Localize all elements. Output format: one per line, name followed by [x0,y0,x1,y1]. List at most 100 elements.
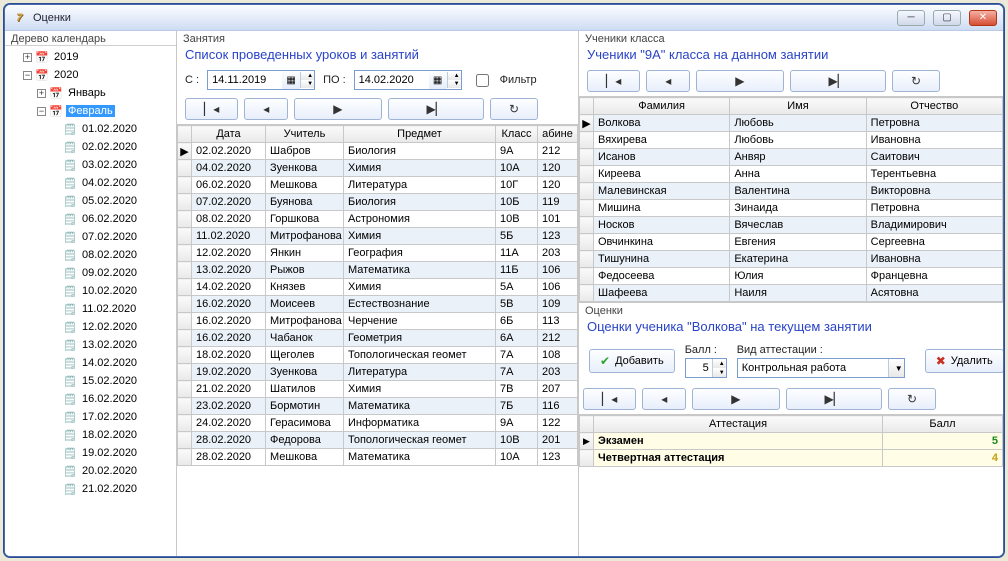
lessons-row[interactable]: 28.02.2020ФедороваТопологическая геомет1… [178,432,578,449]
date-from-field[interactable] [208,74,282,86]
tree-day[interactable]: 02.02.2020 [51,138,174,156]
attestation-combo[interactable]: ▼ [737,358,905,378]
nav-prev-button[interactable]: ◂ [244,98,288,120]
col-middlename[interactable]: Отчество [866,98,1002,115]
lessons-row[interactable]: 24.02.2020ГерасимоваИнформатика9А122 [178,415,578,432]
calendar-picker-icon[interactable]: ▦ [282,71,300,89]
spin-down-icon[interactable]: ▼ [712,368,726,377]
col-score[interactable]: Балл [883,416,1003,433]
lessons-row[interactable]: 28.02.2020МешковаМатематика10А123 [178,449,578,466]
students-row[interactable]: МишинаЗинаидаПетровна [580,200,1003,217]
tree-day[interactable]: 10.02.2020 [51,282,174,300]
lessons-row[interactable]: 06.02.2020МешковаЛитература10Г120 [178,177,578,194]
chevron-down-icon[interactable]: ▼ [888,359,904,377]
tree-day[interactable]: 01.02.2020 [51,120,174,138]
nav-first-button[interactable]: ▏◂ [583,388,636,410]
date-from-input[interactable]: ▦ ▲▼ [207,70,315,90]
students-row[interactable]: ВяхиреваЛюбовьИвановна [580,132,1003,149]
nav-last-button[interactable]: ▶▏ [786,388,882,410]
attestation-input[interactable] [738,362,888,374]
tree-day[interactable]: 12.02.2020 [51,318,174,336]
delete-grade-button[interactable]: ✖ Удалить [925,349,1004,373]
lessons-row[interactable]: 11.02.2020МитрофановаХимия5Б123 [178,228,578,245]
grades-grid[interactable]: Аттестация Балл Экзамен5Четвертная аттес… [579,414,1003,556]
lessons-row[interactable]: 21.02.2020ШатиловХимия7В207 [178,381,578,398]
nav-first-button[interactable]: ▏◂ [587,70,640,92]
calendar-tree[interactable]: + 2019 − 2020 [5,45,176,556]
close-button[interactable]: ✕ [969,10,997,26]
tree-day[interactable]: 13.02.2020 [51,336,174,354]
tree-day[interactable]: 14.02.2020 [51,354,174,372]
col-attestation[interactable]: Аттестация [594,416,883,433]
students-row[interactable]: ▶ВолковаЛюбовьПетровна [580,115,1003,132]
nav-refresh-button[interactable]: ↻ [892,70,940,92]
spin-up-icon[interactable]: ▲ [712,359,726,368]
tree-year-2020[interactable]: − 2020 [23,66,174,84]
expand-icon[interactable]: + [23,53,32,62]
nav-first-button[interactable]: ▏◂ [185,98,238,120]
lessons-row[interactable]: 16.02.2020МитрофановаЧерчение6Б113 [178,313,578,330]
nav-next-button[interactable]: ▶ [696,70,783,92]
col-teacher[interactable]: Учитель [266,126,344,143]
collapse-icon[interactable]: − [23,71,32,80]
score-spinner[interactable]: ▲▼ [685,358,727,378]
filter-checkbox[interactable] [476,74,489,87]
date-to-field[interactable] [355,74,429,86]
col-class[interactable]: Класс [496,126,538,143]
col-room[interactable]: абине [538,126,578,143]
lessons-row[interactable]: 14.02.2020КнязевХимия5А106 [178,279,578,296]
lessons-row[interactable]: ▶02.02.2020ШабровБиология9А212 [178,143,578,160]
tree-day[interactable]: 19.02.2020 [51,444,174,462]
tree-year-2019[interactable]: + 2019 [23,48,174,66]
lessons-row[interactable]: 04.02.2020ЗуенковаХимия10А120 [178,160,578,177]
nav-next-button[interactable]: ▶ [692,388,779,410]
tree-month-feb[interactable]: − Февраль [37,102,174,120]
grades-row[interactable]: Экзамен5 [580,433,1003,450]
students-row[interactable]: МалевинскаяВалентинаВикторовна [580,183,1003,200]
lessons-row[interactable]: 08.02.2020ГоршковаАстрономия10В101 [178,211,578,228]
tree-day[interactable]: 05.02.2020 [51,192,174,210]
tree-day[interactable]: 15.02.2020 [51,372,174,390]
col-lastname[interactable]: Фамилия [594,98,730,115]
calendar-picker-icon[interactable]: ▦ [429,71,447,89]
spin-down-icon[interactable]: ▼ [300,80,314,88]
col-firstname[interactable]: Имя [730,98,866,115]
nav-prev-button[interactable]: ◂ [642,388,686,410]
tree-day[interactable]: 17.02.2020 [51,408,174,426]
lessons-row[interactable]: 07.02.2020БуяноваБиология10Б119 [178,194,578,211]
date-to-input[interactable]: ▦ ▲▼ [354,70,462,90]
tree-day[interactable]: 07.02.2020 [51,228,174,246]
tree-day[interactable]: 09.02.2020 [51,264,174,282]
nav-refresh-button[interactable]: ↻ [490,98,538,120]
students-row[interactable]: ШафееваНаиляАсятовна [580,285,1003,302]
tree-day[interactable]: 20.02.2020 [51,462,174,480]
nav-last-button[interactable]: ▶▏ [388,98,484,120]
col-subject[interactable]: Предмет [344,126,496,143]
nav-prev-button[interactable]: ◂ [646,70,690,92]
add-grade-button[interactable]: ✔ Добавить [589,349,675,373]
tree-day[interactable]: 16.02.2020 [51,390,174,408]
spin-down-icon[interactable]: ▼ [447,80,461,88]
nav-refresh-button[interactable]: ↻ [888,388,936,410]
students-row[interactable]: ТишунинаЕкатеринаИвановна [580,251,1003,268]
lessons-row[interactable]: 13.02.2020РыжовМатематика11Б106 [178,262,578,279]
students-row[interactable]: НосковВячеславВладимирович [580,217,1003,234]
tree-day[interactable]: 18.02.2020 [51,426,174,444]
expand-icon[interactable]: + [37,89,46,98]
lessons-row[interactable]: 12.02.2020ЯнкинГеография11А203 [178,245,578,262]
tree-day[interactable]: 04.02.2020 [51,174,174,192]
grades-row[interactable]: Четвертная аттестация4 [580,450,1003,467]
tree-day[interactable]: 03.02.2020 [51,156,174,174]
col-date[interactable]: Дата [192,126,266,143]
tree-month-jan[interactable]: + Январь [37,84,174,102]
collapse-icon[interactable]: − [37,107,46,116]
tree-day[interactable]: 21.02.2020 [51,480,174,498]
nav-last-button[interactable]: ▶▏ [790,70,886,92]
students-row[interactable]: ФедосееваЮлияФранцевна [580,268,1003,285]
lessons-row[interactable]: 18.02.2020ЩеголевТопологическая геомет7А… [178,347,578,364]
minimize-button[interactable]: ─ [897,10,925,26]
tree-day[interactable]: 11.02.2020 [51,300,174,318]
spin-up-icon[interactable]: ▲ [447,72,461,80]
students-row[interactable]: КирееваАннаТерентьевна [580,166,1003,183]
maximize-button[interactable]: ▢ [933,10,961,26]
